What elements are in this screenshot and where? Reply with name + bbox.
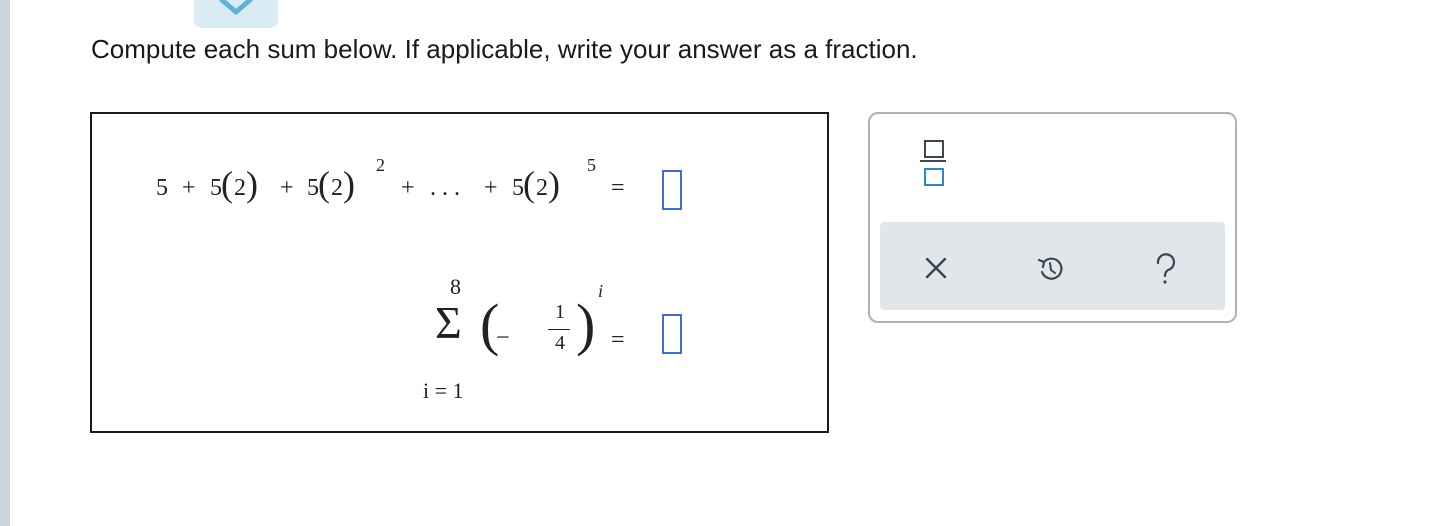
plus-sign: + xyxy=(401,175,415,201)
undo-icon xyxy=(1037,257,1063,280)
base: 2 xyxy=(331,175,343,201)
answer-input-1[interactable] xyxy=(662,170,682,210)
clear-button[interactable] xyxy=(916,248,956,288)
denominator: 4 xyxy=(555,332,565,354)
help-button[interactable] xyxy=(1146,248,1186,288)
math-palette xyxy=(868,112,1237,323)
answer-input-2[interactable] xyxy=(662,314,682,354)
undo-button[interactable] xyxy=(1030,248,1070,288)
numerator: 1 xyxy=(555,301,565,323)
exponent: 2 xyxy=(376,155,385,175)
sigma-symbol: Σ xyxy=(435,297,462,348)
exponent: 5 xyxy=(587,155,596,175)
plus-sign: + xyxy=(280,175,294,201)
term-5: 5 xyxy=(156,175,168,201)
base: 2 xyxy=(536,175,548,201)
equals-sign: = xyxy=(611,175,625,201)
plus-sign: + xyxy=(484,175,498,201)
instruction-text: Compute each sum below. If applicable, w… xyxy=(91,34,918,64)
base: 2 xyxy=(234,175,246,201)
problem-box: 5 + 5 ( 2 ) + 5 ( 2 ) 2 + . . . + 5 ( 2 … xyxy=(90,112,829,433)
help-icon xyxy=(1156,253,1176,284)
palette-toolbar xyxy=(880,222,1225,310)
sum-lower-limit: i = 1 xyxy=(423,378,464,403)
fraction-bar xyxy=(548,329,570,330)
plus-sign: + xyxy=(182,175,196,201)
equals-sign: = xyxy=(611,327,625,353)
fraction-icon[interactable] xyxy=(920,136,946,196)
chevron-down-icon xyxy=(219,0,253,15)
left-side-bar xyxy=(0,0,10,526)
exponent: i xyxy=(598,281,604,301)
minus-sign: − xyxy=(496,325,510,351)
ellipsis: . . . xyxy=(430,175,460,201)
sum-upper-limit: 8 xyxy=(450,274,461,299)
collapse-tab[interactable] xyxy=(194,0,278,28)
clear-icon xyxy=(925,257,947,279)
